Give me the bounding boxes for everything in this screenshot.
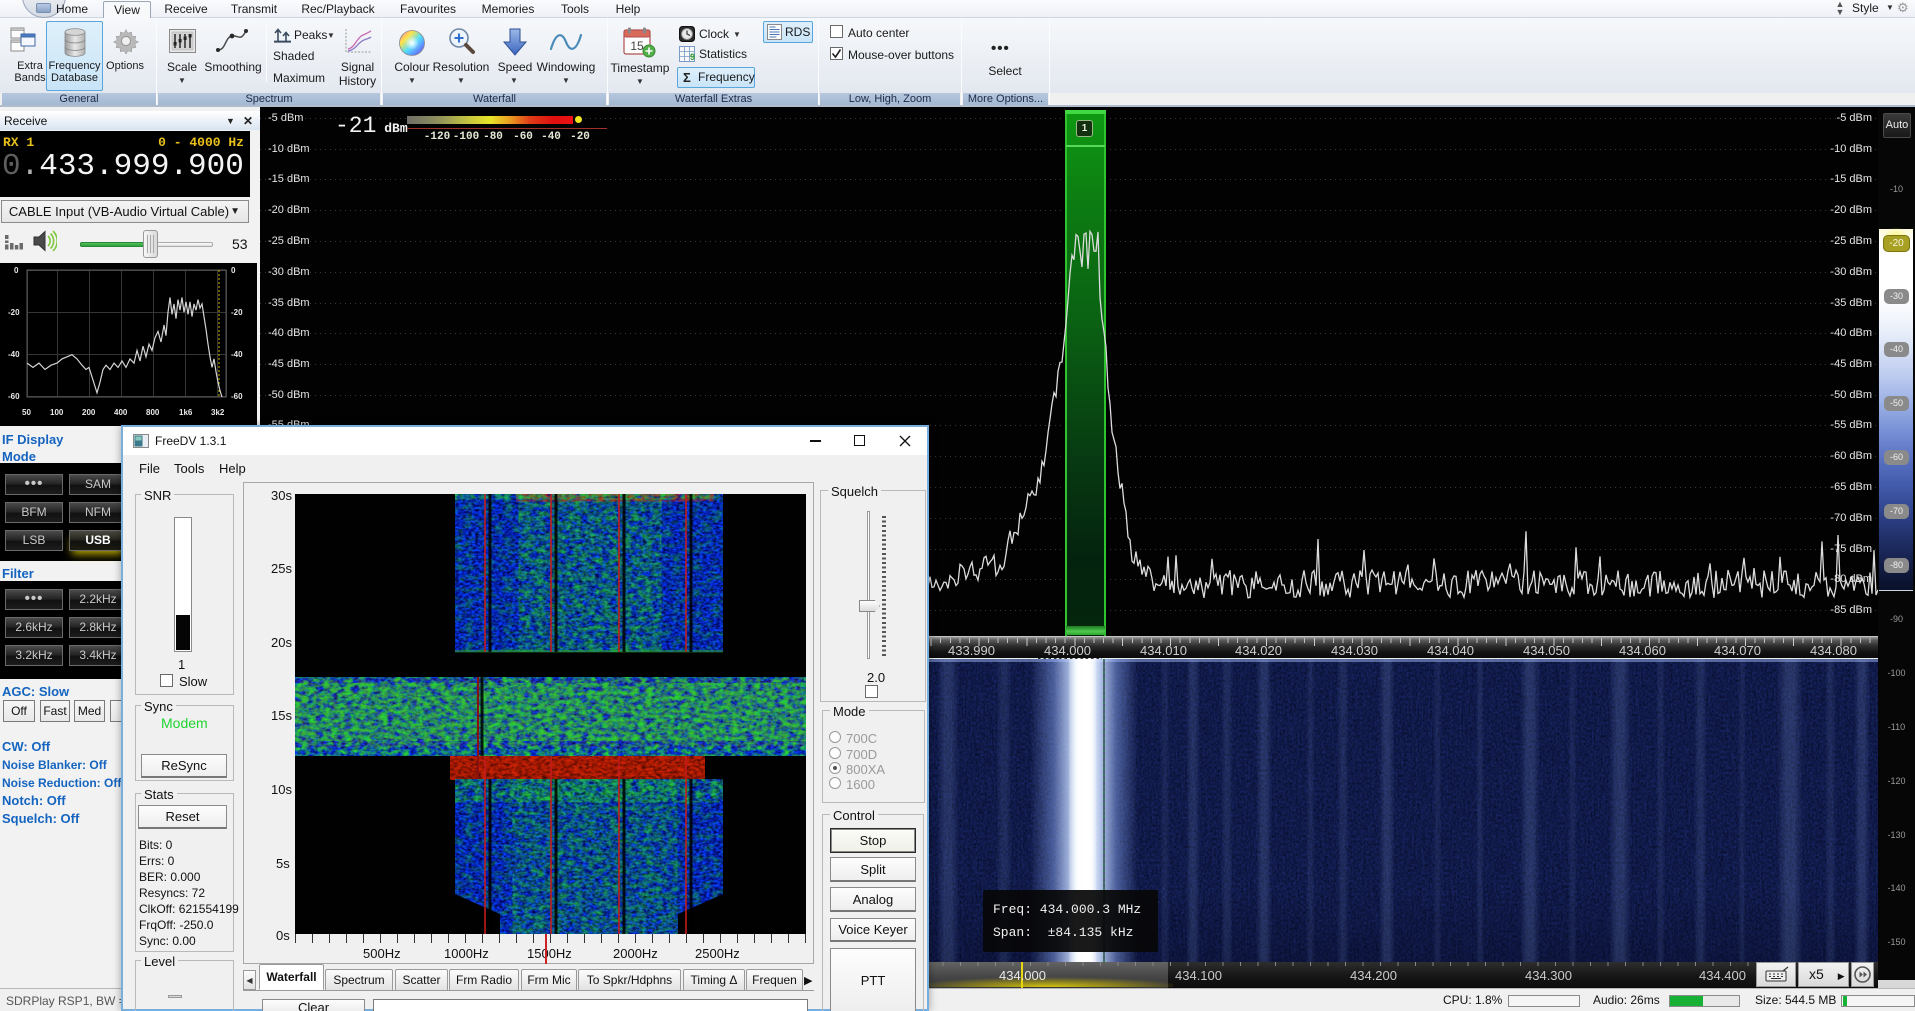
svg-text:-20: -20	[8, 308, 20, 317]
svg-text:-60: -60	[8, 392, 20, 401]
svg-text:15: 15	[630, 39, 644, 53]
svg-text:-60: -60	[231, 392, 243, 401]
svg-text:-40: -40	[8, 350, 20, 359]
svg-text:0: 0	[14, 266, 19, 275]
svg-text:1k6: 1k6	[179, 408, 193, 417]
svg-text:-20: -20	[231, 308, 243, 317]
svg-text:800: 800	[146, 408, 160, 417]
svg-text:3k2: 3k2	[211, 408, 225, 417]
svg-text:200: 200	[82, 408, 96, 417]
svg-text:-40: -40	[231, 350, 243, 359]
svg-text:100: 100	[50, 408, 64, 417]
svg-text:50: 50	[22, 408, 31, 417]
svg-text:0: 0	[231, 266, 236, 275]
svg-text:9: 9	[690, 52, 695, 62]
svg-text:400: 400	[114, 408, 128, 417]
